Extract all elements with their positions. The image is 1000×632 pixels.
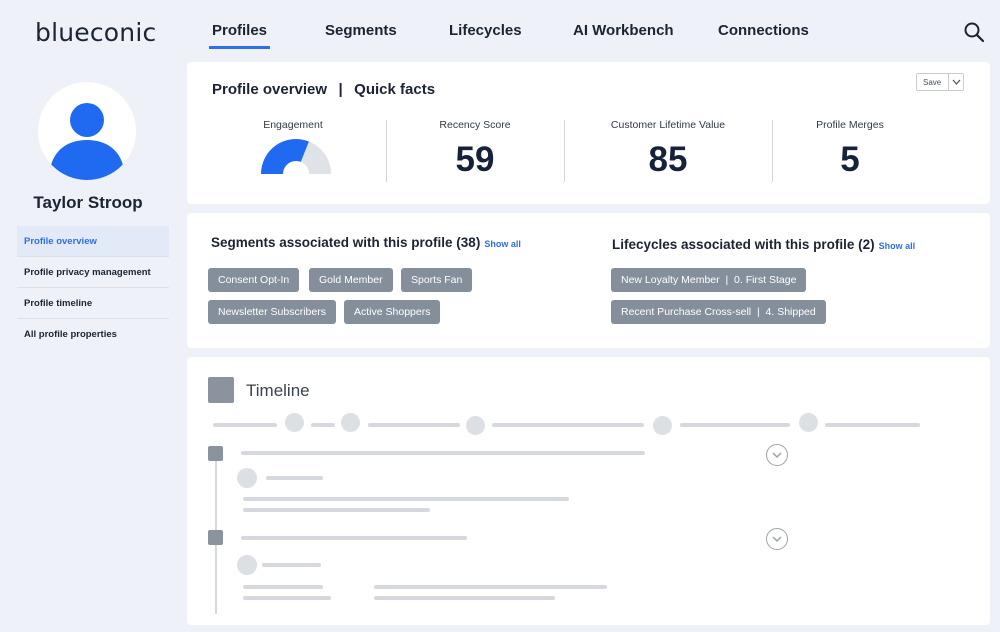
skeleton-line: [492, 423, 644, 427]
save-dropdown[interactable]: Save: [916, 73, 964, 91]
title-separator: |: [338, 81, 343, 98]
skeleton-circle: [285, 413, 304, 432]
segments-heading: Segments associated with this profile (3…: [211, 235, 521, 250]
overview-heading: Profile overview | Quick facts: [212, 81, 435, 99]
skeleton-line: [311, 423, 335, 427]
save-divider: [948, 74, 949, 90]
overview-subtitle: Quick facts: [354, 81, 436, 98]
engagement-label: Engagement: [263, 119, 323, 131]
tab-lifecycles[interactable]: Lifecycles: [449, 22, 522, 39]
recency-label: Recency Score: [439, 119, 511, 131]
skeleton-line: [262, 563, 321, 567]
segment-tag[interactable]: Gold Member: [309, 268, 393, 292]
recency-value: 59: [455, 140, 495, 179]
top-nav: blueconic Profiles Segments Lifecycles A…: [0, 0, 1000, 60]
skeleton-circle: [237, 468, 257, 488]
skeleton-line: [368, 423, 460, 427]
search-icon[interactable]: [962, 20, 986, 44]
tab-profiles[interactable]: Profiles: [208, 22, 271, 49]
skeleton-circle: [799, 413, 818, 432]
lifecycle-tag[interactable]: Recent Purchase Cross-sell | 4. Shipped: [611, 300, 826, 324]
stat-divider: [564, 120, 565, 182]
skeleton-line: [243, 585, 323, 589]
stat-divider: [386, 120, 387, 182]
sidebar-item-all-properties[interactable]: All profile properties: [17, 319, 169, 350]
lifecycles-title: Lifecycles associated with this profile …: [612, 237, 875, 252]
clv-label: Customer Lifetime Value: [610, 119, 726, 131]
avatar: [38, 82, 136, 180]
merges-value: 5: [840, 140, 860, 179]
timeline-event-marker: [208, 530, 223, 545]
engagement-gauge-fill: [261, 139, 309, 174]
chevron-down-icon[interactable]: [952, 78, 961, 86]
segment-tag[interactable]: Active Shoppers: [344, 300, 441, 324]
lifecycle-tag[interactable]: New Loyalty Member | 0. First Stage: [611, 268, 807, 292]
skeleton-line: [266, 476, 323, 480]
skeleton-circle: [237, 555, 257, 575]
skeleton-circle: [466, 416, 485, 435]
associations-card: [187, 213, 990, 348]
segment-tag[interactable]: Consent Opt-In: [208, 268, 300, 292]
skeleton-line: [374, 585, 607, 589]
timeline-event-marker: [208, 446, 223, 461]
segment-tag[interactable]: Newsletter Subscribers: [208, 300, 336, 324]
skeleton-line: [241, 451, 645, 455]
skeleton-line: [243, 508, 430, 512]
expand-chevron-icon[interactable]: [766, 528, 788, 550]
blueconic-logo[interactable]: blueconic: [35, 18, 156, 47]
skeleton-line: [241, 536, 467, 540]
sidebar-item-profile-timeline[interactable]: Profile timeline: [17, 288, 169, 319]
timeline-icon: [208, 377, 234, 403]
timeline-title: Timeline: [246, 381, 310, 400]
sidebar-item-privacy-management[interactable]: Profile privacy management: [17, 257, 169, 288]
segment-tag[interactable]: Sports Fan: [401, 268, 473, 292]
skeleton-line: [680, 423, 790, 427]
lifecycles-heading: Lifecycles associated with this profile …: [612, 237, 915, 252]
save-label: Save: [923, 78, 942, 87]
merges-label: Profile Merges: [816, 119, 884, 131]
skeleton-line: [243, 497, 569, 501]
lifecycles-show-all-link[interactable]: Show all: [879, 241, 916, 251]
skeleton-line: [243, 596, 331, 600]
clv-value: 85: [648, 140, 688, 179]
overview-title: Profile overview: [212, 81, 328, 98]
sidebar-item-profile-overview[interactable]: Profile overview: [17, 226, 169, 257]
skeleton-line: [825, 423, 920, 427]
segments-title: Segments associated with this profile (3…: [211, 235, 481, 250]
skeleton-circle: [341, 413, 360, 432]
tab-ai-workbench[interactable]: AI Workbench: [573, 22, 674, 39]
tab-segments[interactable]: Segments: [325, 22, 397, 39]
tab-connections[interactable]: Connections: [718, 22, 809, 39]
skeleton-line: [213, 423, 277, 427]
engagement-gauge: [261, 139, 331, 174]
profile-name: Taylor Stroop: [33, 193, 143, 212]
skeleton-line: [374, 596, 555, 600]
skeleton-circle: [653, 416, 672, 435]
expand-chevron-icon[interactable]: [766, 444, 788, 466]
stat-divider: [772, 120, 773, 182]
segments-show-all-link[interactable]: Show all: [484, 239, 521, 249]
